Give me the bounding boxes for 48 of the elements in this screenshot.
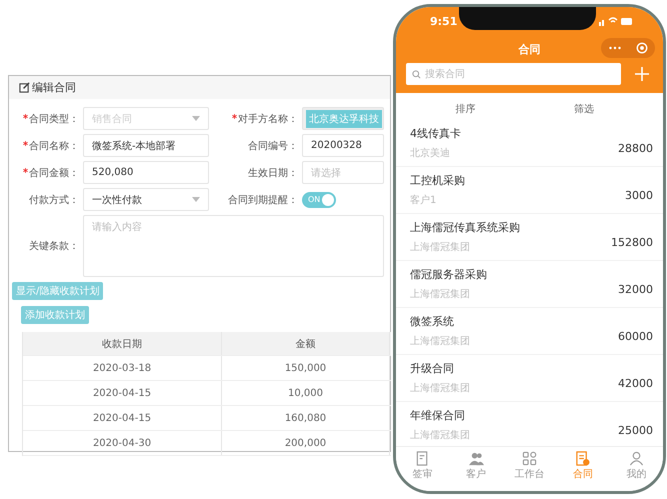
contract-item[interactable]: 微签系统 上海儒冠集团 60000: [396, 308, 663, 355]
field-label: 对手方名称：: [238, 112, 298, 126]
capsule-menu[interactable]: [601, 38, 655, 58]
input-field[interactable]: 520,080: [83, 161, 209, 184]
person-icon: [628, 451, 644, 466]
panel-title: 编辑合同: [32, 80, 76, 95]
table-cell: 10,000: [222, 381, 390, 405]
status-time: 9:51: [430, 14, 458, 28]
contract-item[interactable]: 工控机采购 客户1 3000: [396, 167, 663, 214]
search-icon: [412, 70, 421, 78]
contract-item[interactable]: 上海儒冠传真系统采购 上海儒冠集团 152800: [396, 214, 663, 261]
table-cell: 2020-04-15: [23, 406, 222, 430]
grid-icon: [522, 451, 538, 466]
input-field[interactable]: 20200328: [302, 134, 384, 157]
select-field[interactable]: 一次性付款: [83, 188, 209, 211]
contract-item[interactable]: 4线传真卡 北京美迪 28800: [396, 120, 663, 167]
table-cell: 200,000: [222, 431, 390, 455]
contract-icon: [575, 451, 590, 466]
field-label: 付款方式：: [29, 194, 79, 206]
table-cell: 150,000: [222, 356, 390, 380]
table-cell: 160,080: [222, 406, 390, 430]
field-label: 合同类型：: [29, 112, 79, 126]
contract-item[interactable]: 儒冠服务器采购 上海儒冠集团 32000: [396, 261, 663, 308]
table-cell: 2020-03-18: [23, 356, 222, 380]
caret-icon: [192, 197, 200, 202]
column-header: 金额: [222, 332, 390, 355]
field-label: 生效日期：: [248, 166, 298, 180]
table-cell: 2020-04-30: [23, 431, 222, 455]
sort-button[interactable]: 排序: [455, 102, 476, 116]
field-label: 合同金额：: [29, 166, 79, 180]
caret-icon: [192, 116, 200, 121]
filter-button[interactable]: 筛选: [574, 102, 594, 116]
column-header: 收款日期: [23, 332, 222, 355]
field-label: 合同名称：: [29, 140, 79, 152]
document-icon: [415, 451, 430, 466]
field-label: 合同编号：: [248, 140, 298, 152]
edit-icon: [19, 82, 30, 93]
field-label: 合同到期提醒：: [228, 194, 298, 206]
status-icons: [599, 16, 633, 26]
contract-item[interactable]: 升级合同 上海儒冠集团 42000: [396, 355, 663, 402]
more-icon: [608, 46, 620, 50]
input-field[interactable]: 微签系统-本地部署: [83, 134, 209, 157]
table-cell: 2020-04-15: [23, 381, 222, 405]
people-icon: [468, 451, 484, 466]
page-title: 合同: [518, 42, 540, 56]
field-label: 关键条款：: [29, 240, 79, 253]
tag-chip: 北京奥达孚科技: [306, 110, 382, 128]
plus-icon[interactable]: [635, 67, 649, 81]
